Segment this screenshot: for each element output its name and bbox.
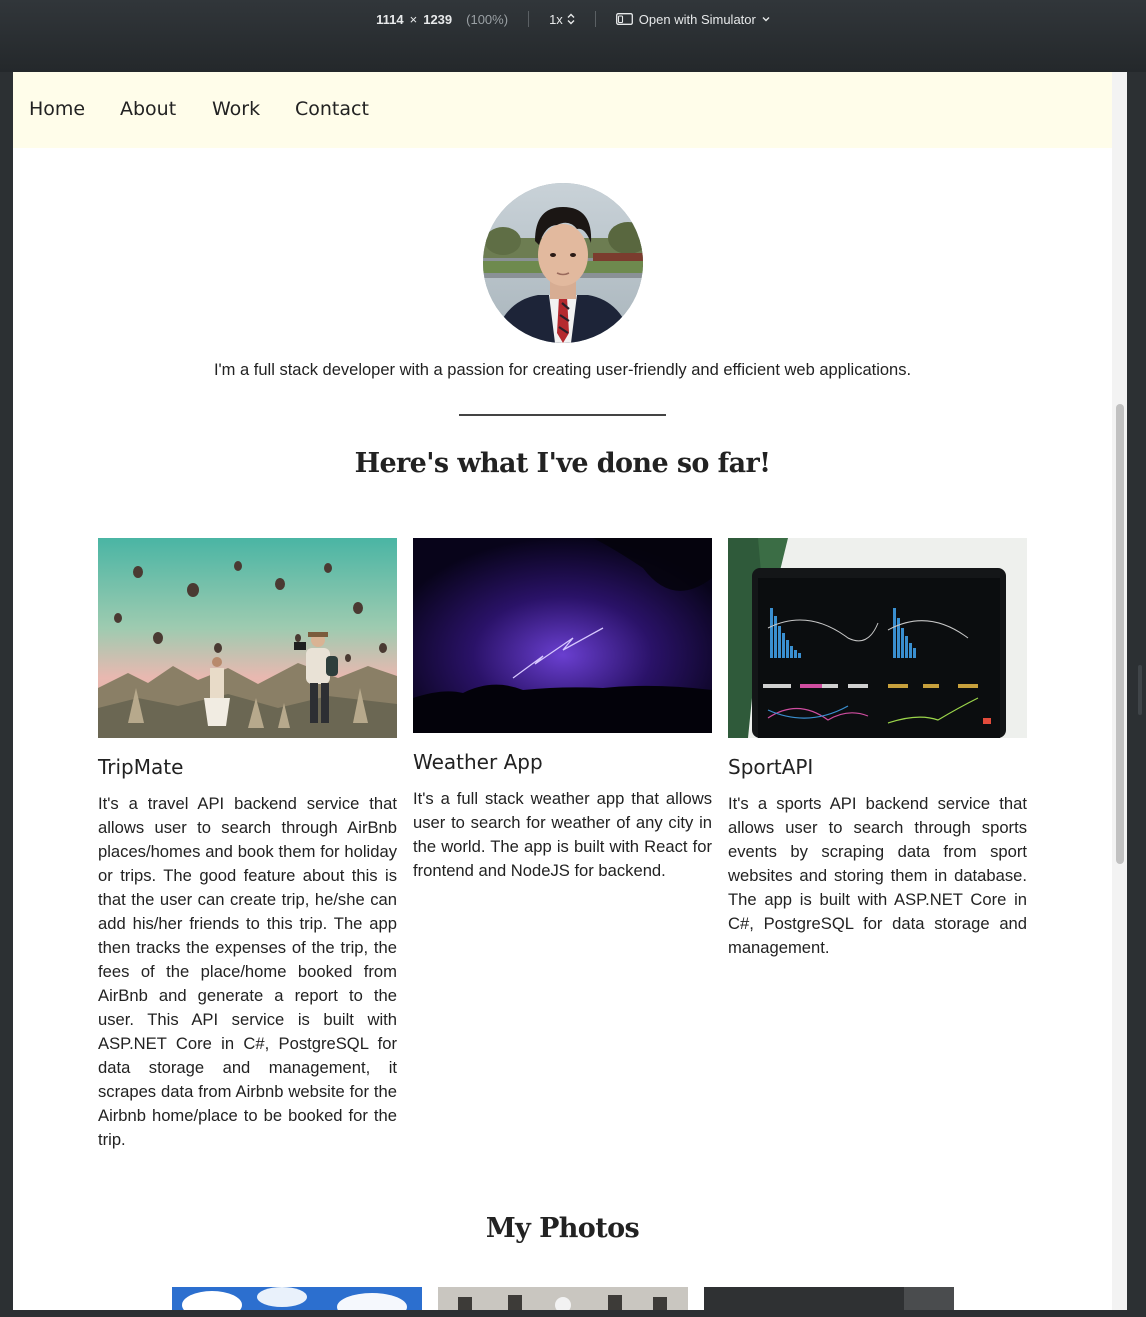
section-divider	[459, 414, 666, 416]
dimension-separator: ×	[409, 11, 418, 27]
navigation-bar: Home About Work Contact	[13, 72, 1112, 148]
devtools-info: 1114 × 1239 (100%) 1x Open with Simulato…	[0, 10, 1146, 28]
intro-text: I'm a full stack developer with a passio…	[213, 361, 912, 379]
updown-arrows-icon	[567, 13, 575, 25]
scale-select[interactable]: 1x	[549, 12, 575, 27]
scale-label: 1x	[549, 11, 563, 27]
project-title: SportAPI	[728, 755, 814, 779]
photos-heading: My Photos	[485, 1213, 640, 1244]
viewport-height[interactable]: 1239	[423, 12, 452, 27]
resize-handle[interactable]	[1138, 665, 1142, 715]
vertical-scrollbar-thumb[interactable]	[1116, 404, 1124, 864]
photo-thumbnail[interactable]	[438, 1287, 688, 1310]
work-heading: Here's what I've done so far!	[354, 448, 771, 479]
nav-contact[interactable]: Contact	[295, 98, 369, 120]
nav-home[interactable]: Home	[29, 98, 85, 120]
toolbar-divider	[528, 11, 530, 27]
project-title: Weather App	[413, 750, 543, 774]
photo-thumbnail[interactable]	[704, 1287, 954, 1310]
profile-avatar	[483, 183, 643, 343]
project-card-sportapi: SportAPI It's a sports API backend servi…	[728, 538, 1027, 960]
open-with-simulator-label: Open with Simulator	[638, 11, 756, 27]
nav-about[interactable]: About	[120, 98, 176, 120]
project-title: TripMate	[98, 755, 184, 779]
devtools-toolbar: 1114 × 1239 (100%) 1x Open with Simulato…	[0, 0, 1146, 72]
project-image	[728, 538, 1027, 738]
project-card-tripmate: TripMate It's a travel API backend servi…	[98, 538, 397, 1152]
page-viewport: Home About Work Contact I'm a full stack…	[13, 72, 1112, 1310]
project-description: It's a travel API backend service that a…	[98, 794, 397, 1149]
project-description: It's a full stack weather app that allow…	[413, 789, 712, 880]
viewport-width[interactable]: 1114	[376, 12, 404, 27]
photo-thumbnail[interactable]	[172, 1287, 422, 1310]
device-icon	[615, 13, 633, 25]
open-with-simulator-button[interactable]: Open with Simulator	[615, 11, 770, 27]
project-card-weather-app: Weather App It's a full stack weather ap…	[413, 538, 712, 883]
zoom-percentage: (100%)	[466, 11, 509, 27]
project-description: It's a sports API backend service that a…	[728, 794, 1027, 957]
project-image	[413, 538, 712, 733]
project-image	[98, 538, 397, 738]
nav-work[interactable]: Work	[212, 98, 260, 120]
toolbar-divider	[594, 11, 596, 27]
chevron-down-icon	[762, 16, 770, 22]
